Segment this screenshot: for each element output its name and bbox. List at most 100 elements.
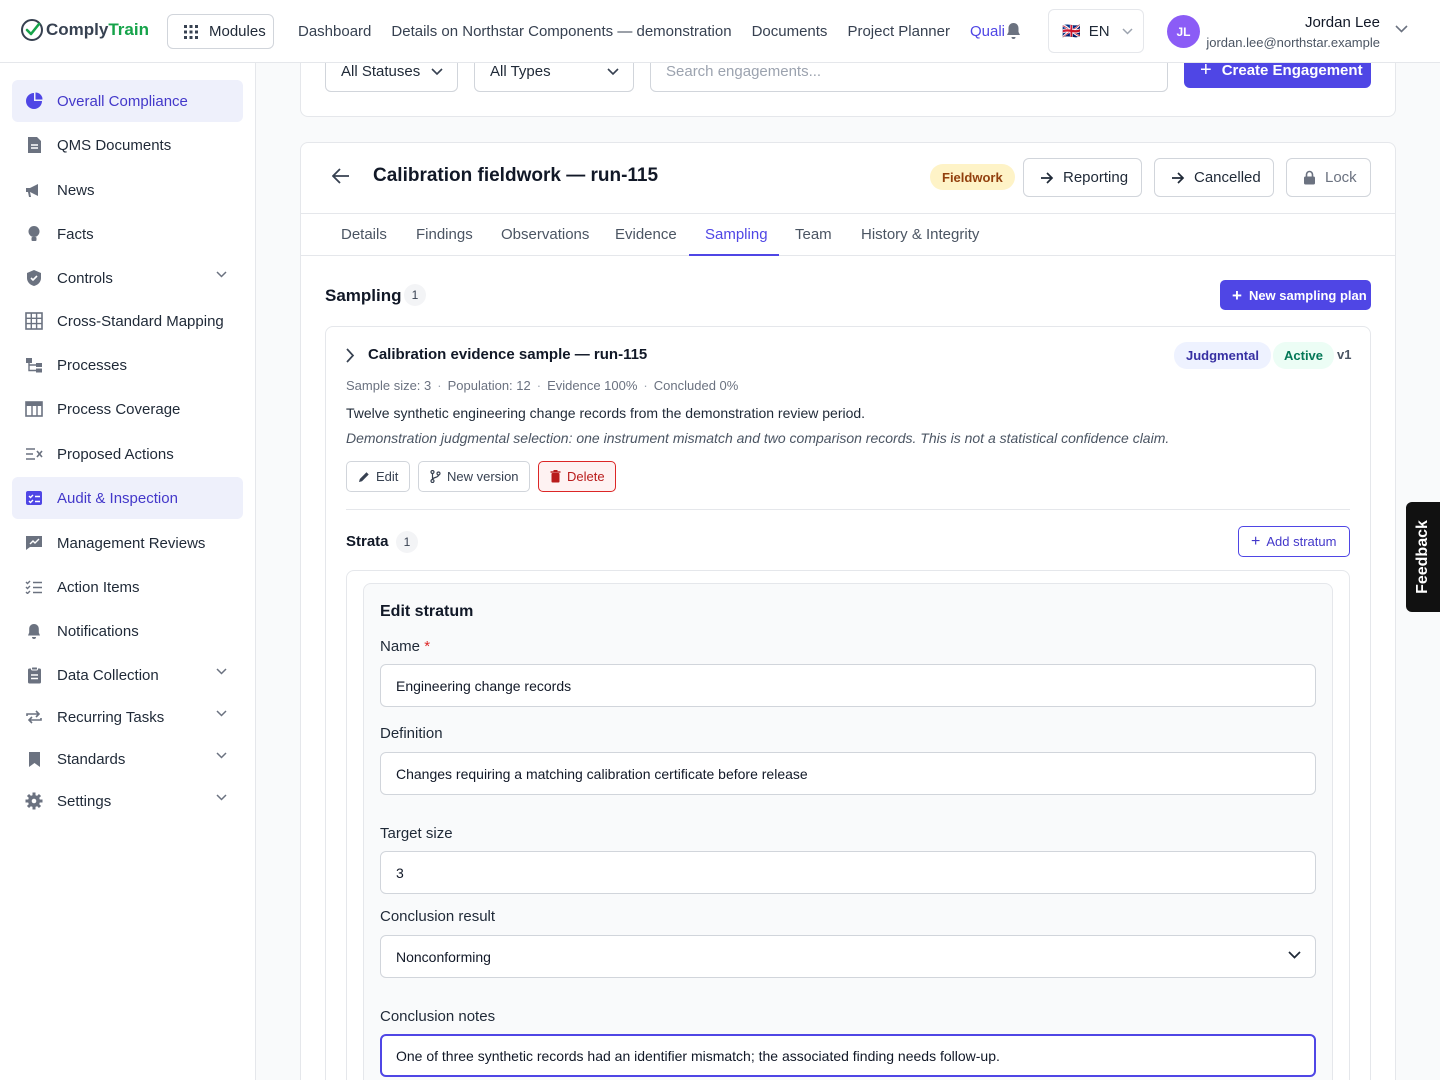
table-icon	[25, 400, 43, 418]
nav-dashboard[interactable]: Dashboard	[298, 23, 371, 40]
modules-button[interactable]: Modules	[167, 14, 274, 49]
sidebar-item-process-coverage[interactable]: Process Coverage	[12, 388, 243, 430]
nav-quali[interactable]: Quali	[970, 23, 1005, 40]
grid-dots-icon	[184, 24, 198, 39]
sidebar-item-standards[interactable]: Standards	[12, 738, 243, 780]
create-engagement-label: Create Engagement	[1221, 61, 1363, 79]
notification-bell-icon[interactable]	[1005, 22, 1022, 40]
sidebar-item-qms-documents[interactable]: QMS Documents	[12, 124, 243, 166]
tab-history-integrity[interactable]: History & Integrity	[861, 226, 979, 243]
new-sampling-plan-button[interactable]: + New sampling plan	[1220, 280, 1371, 310]
plus-icon: +	[1200, 59, 1212, 81]
logo-text-comply: Comply	[46, 20, 109, 39]
sidebar-item-management-reviews[interactable]: Management Reviews	[12, 522, 243, 564]
chevron-down-icon	[216, 794, 227, 801]
chart-icon	[25, 534, 43, 552]
pie-chart-icon	[25, 92, 43, 110]
delete-label: Delete	[567, 469, 605, 484]
sidebar-item-audit-inspection[interactable]: Audit & Inspection	[12, 477, 243, 519]
sidebar-item-data-collection[interactable]: Data Collection	[12, 654, 243, 696]
sidebar-item-proposed-actions[interactable]: Proposed Actions	[12, 433, 243, 475]
lightbulb-icon	[25, 225, 43, 243]
sidebar-item-news[interactable]: News	[12, 169, 243, 211]
tab-evidence[interactable]: Evidence	[615, 226, 677, 243]
sampling-count-badge: 1	[404, 284, 426, 306]
add-stratum-button[interactable]: + Add stratum	[1238, 526, 1350, 557]
sidebar-item-label: News	[57, 181, 95, 199]
chevron-right-icon[interactable]	[346, 348, 355, 363]
user-avatar[interactable]: JL	[1167, 15, 1200, 48]
sidebar-item-label: Data Collection	[57, 666, 159, 684]
concluded-percent: Concluded 0%	[653, 378, 739, 393]
sidebar-item-recurring-tasks[interactable]: Recurring Tasks	[12, 696, 243, 738]
sidebar-item-label: Controls	[57, 269, 113, 287]
new-version-button[interactable]: New version	[418, 461, 530, 492]
conclusion-result-select[interactable]: Nonconforming	[380, 935, 1316, 978]
language-code: EN	[1088, 22, 1110, 40]
delete-plan-button[interactable]: Delete	[538, 461, 616, 492]
active-tab-indicator	[689, 254, 779, 256]
sidebar-item-overall-compliance[interactable]: Overall Compliance	[12, 80, 243, 122]
user-menu-chevron-icon[interactable]	[1395, 25, 1408, 33]
tab-findings[interactable]: Findings	[416, 226, 473, 243]
shield-icon	[25, 269, 43, 287]
cancelled-button[interactable]: Cancelled	[1154, 158, 1274, 197]
lock-button[interactable]: Lock	[1286, 158, 1371, 197]
trash-icon	[550, 470, 561, 483]
definition-field-label: Definition	[380, 725, 443, 742]
method-badge: Judgmental	[1174, 342, 1271, 369]
stratum-name-input[interactable]: Engineering change records	[380, 664, 1316, 707]
arrow-right-icon	[1041, 171, 1054, 184]
pencil-icon	[359, 471, 369, 482]
back-arrow-icon[interactable]	[332, 168, 350, 184]
nav-documents[interactable]: Documents	[752, 23, 828, 40]
sidebar-item-label: Standards	[57, 750, 126, 768]
feedback-tab[interactable]: Feedback	[1406, 502, 1440, 612]
gear-icon	[25, 792, 43, 810]
edit-label: Edit	[376, 469, 399, 484]
sidebar-item-action-items[interactable]: Action Items	[12, 566, 243, 608]
chevron-down-icon	[1288, 951, 1301, 959]
tab-team[interactable]: Team	[795, 226, 832, 243]
sidebar-item-label: Action Items	[57, 578, 140, 596]
chevron-down-icon	[216, 752, 227, 759]
cancelled-label: Cancelled	[1194, 169, 1261, 186]
tab-observations[interactable]: Observations	[501, 226, 589, 243]
tab-details[interactable]: Details	[341, 226, 387, 243]
plus-icon: +	[1232, 285, 1242, 305]
checklist-icon	[25, 489, 43, 507]
name-label-text: Name	[380, 638, 421, 655]
name-field-label: Name *	[380, 638, 430, 655]
sidebar-item-cross-standard-mapping[interactable]: Cross-Standard Mapping	[12, 300, 243, 342]
nav-project-planner[interactable]: Project Planner	[847, 23, 950, 40]
sidebar-item-facts[interactable]: Facts	[12, 213, 243, 255]
top-bar: Comply Train Modules Dashboard Details on…	[0, 0, 1440, 63]
section-divider	[346, 509, 1350, 510]
nav-details[interactable]: Details on Northstar Components — demons…	[391, 23, 731, 40]
tab-sampling[interactable]: Sampling	[705, 226, 768, 243]
clipboard-icon	[25, 666, 43, 684]
sidebar-item-label: Notifications	[57, 622, 139, 640]
chevron-down-icon	[216, 668, 227, 675]
sidebar-item-controls[interactable]: Controls	[12, 257, 243, 299]
stratum-definition-input[interactable]: Changes requiring a matching calibration…	[380, 752, 1316, 795]
app-logo[interactable]: Comply Train	[20, 18, 149, 42]
sidebar-item-notifications[interactable]: Notifications	[12, 610, 243, 652]
engagement-title: Calibration fieldwork — run-115	[373, 165, 659, 186]
reporting-label: Reporting	[1063, 169, 1129, 186]
sidebar-item-label: Proposed Actions	[57, 445, 174, 463]
sidebar-item-settings[interactable]: Settings	[12, 780, 243, 822]
conclusion-notes-input[interactable]: One of three synthetic records had an id…	[380, 1034, 1316, 1077]
target-size-input[interactable]: 3	[380, 851, 1316, 894]
sidebar-item-processes[interactable]: Processes	[12, 344, 243, 386]
sidebar-item-label: Management Reviews	[57, 534, 206, 552]
separator-dot: ·	[643, 378, 648, 393]
strata-heading: Strata	[346, 533, 389, 550]
plus-icon: +	[1251, 532, 1261, 550]
sidebar-item-label: Recurring Tasks	[57, 708, 165, 726]
bell-icon	[25, 622, 43, 640]
edit-plan-button[interactable]: Edit	[346, 461, 410, 492]
chevron-down-icon	[216, 710, 227, 717]
reporting-button[interactable]: Reporting	[1023, 158, 1142, 197]
language-selector[interactable]: 🇬🇧 EN	[1048, 9, 1144, 53]
